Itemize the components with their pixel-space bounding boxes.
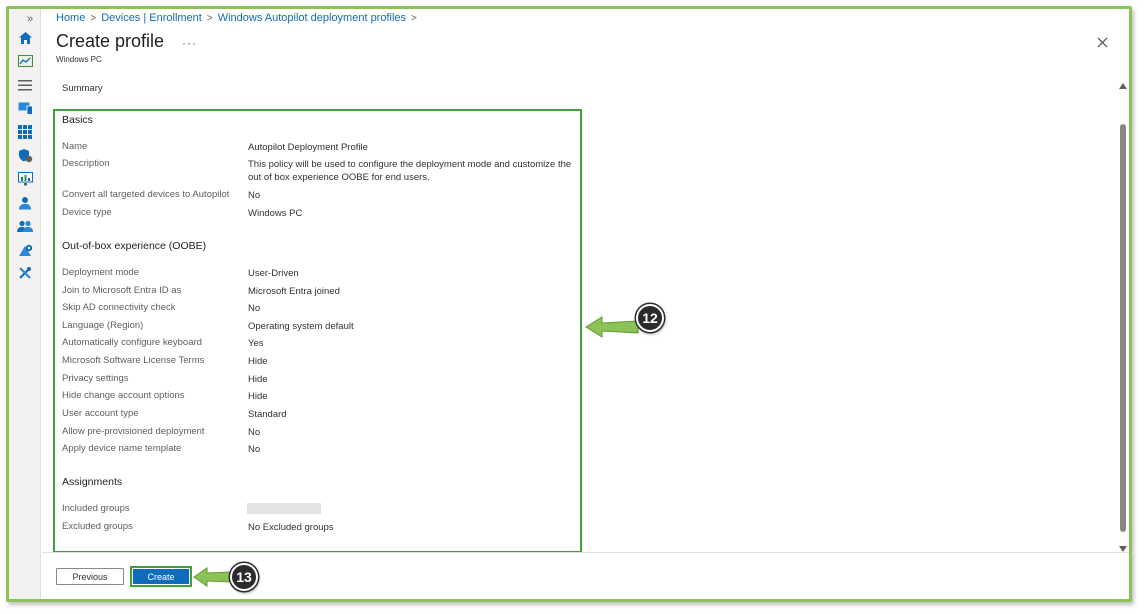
section-title-assignments: Assignments bbox=[62, 476, 123, 488]
dashboard-icon[interactable] bbox=[17, 53, 33, 69]
breadcrumb-autopilot-profiles[interactable]: Windows Autopilot deployment profiles bbox=[218, 12, 406, 24]
close-icon[interactable] bbox=[1096, 36, 1110, 50]
groups-icon[interactable] bbox=[17, 218, 33, 234]
row-label-excluded-groups: Excluded groups bbox=[62, 521, 133, 532]
section-title-basics: Basics bbox=[62, 114, 93, 126]
row-value-skip-ad-check: No bbox=[248, 303, 261, 314]
summary-tab-label: Summary bbox=[62, 83, 103, 94]
row-value-pre-provisioned: No bbox=[248, 427, 261, 438]
create-button[interactable]: Create bbox=[133, 569, 189, 584]
scrollbar-thumb[interactable] bbox=[1120, 124, 1126, 532]
more-options-icon[interactable]: ··· bbox=[182, 36, 197, 50]
row-value-hide-change-account: Hide bbox=[248, 391, 268, 402]
row-label-skip-ad-check: Skip AD connectivity check bbox=[62, 302, 176, 313]
portal-window: » Home > Devices | Enrollment > Windows … bbox=[0, 0, 1144, 614]
footer-divider bbox=[42, 552, 1129, 553]
breadcrumb-separator: > bbox=[206, 12, 213, 24]
breadcrumb-devices-enrollment[interactable]: Devices | Enrollment bbox=[101, 12, 202, 24]
page-title: Create profile bbox=[56, 31, 165, 51]
row-value-description: This policy will be used to configure th… bbox=[248, 159, 572, 183]
row-label-description: Description bbox=[62, 158, 110, 169]
tenant-admin-icon[interactable] bbox=[17, 242, 33, 258]
redacted-included-groups bbox=[247, 503, 321, 514]
previous-button[interactable]: Previous bbox=[56, 568, 124, 585]
expand-nav-icon[interactable]: » bbox=[27, 13, 33, 25]
row-value-name: Autopilot Deployment Profile bbox=[248, 142, 368, 153]
row-label-device-type: Device type bbox=[62, 207, 112, 218]
row-value-configure-keyboard: Yes bbox=[248, 338, 264, 349]
breadcrumb: Home > Devices | Enrollment > Windows Au… bbox=[56, 12, 417, 24]
breadcrumb-home[interactable]: Home bbox=[56, 12, 85, 24]
section-title-oobe: Out-of-box experience (OOBE) bbox=[62, 240, 207, 252]
row-value-deployment-mode: User-Driven bbox=[248, 268, 299, 279]
row-value-language-region: Operating system default bbox=[248, 321, 354, 332]
row-label-user-account-type: User account type bbox=[62, 408, 139, 419]
row-value-license-terms: Hide bbox=[248, 356, 268, 367]
row-label-included-groups: Included groups bbox=[62, 503, 130, 514]
row-value-privacy-settings: Hide bbox=[248, 374, 268, 385]
row-value-device-name-template: No bbox=[248, 444, 261, 455]
breadcrumb-separator: > bbox=[90, 12, 97, 24]
home-icon[interactable] bbox=[17, 30, 33, 46]
callout-arrow-12 bbox=[585, 316, 639, 338]
row-label-hide-change-account: Hide change account options bbox=[62, 390, 185, 401]
row-value-join-entra: Microsoft Entra joined bbox=[248, 286, 340, 297]
row-label-name: Name bbox=[62, 141, 88, 152]
row-value-user-account-type: Standard bbox=[248, 409, 287, 420]
create-button-highlight: Create bbox=[130, 566, 192, 587]
row-label-convert-autopilot: Convert all targeted devices to Autopilo… bbox=[62, 189, 230, 200]
row-label-deployment-mode: Deployment mode bbox=[62, 267, 140, 278]
row-label-pre-provisioned: Allow pre-provisioned deployment bbox=[62, 426, 205, 437]
row-value-excluded-groups: No Excluded groups bbox=[248, 522, 334, 533]
row-label-device-name-template: Apply device name template bbox=[62, 443, 182, 454]
devices-icon[interactable] bbox=[17, 100, 33, 116]
row-value-convert-autopilot: No bbox=[248, 190, 261, 201]
users-icon[interactable] bbox=[17, 195, 33, 211]
page-subtitle: Windows PC bbox=[56, 55, 102, 64]
all-services-icon[interactable] bbox=[17, 77, 33, 93]
row-label-configure-keyboard: Automatically configure keyboard bbox=[62, 337, 202, 348]
scroll-up-icon[interactable] bbox=[1118, 77, 1128, 89]
callout-arrow-13 bbox=[193, 567, 233, 587]
reports-icon[interactable] bbox=[17, 171, 33, 187]
troubleshooting-icon[interactable] bbox=[17, 265, 33, 281]
row-label-privacy-settings: Privacy settings bbox=[62, 373, 129, 384]
row-label-license-terms: Microsoft Software License Terms bbox=[62, 355, 205, 366]
endpoint-security-icon[interactable] bbox=[17, 147, 33, 163]
breadcrumb-separator: > bbox=[411, 12, 417, 24]
left-nav-rail: » bbox=[9, 9, 41, 599]
row-label-join-entra: Join to Microsoft Entra ID as bbox=[62, 285, 182, 296]
row-value-device-type: Windows PC bbox=[248, 208, 303, 219]
apps-icon[interactable] bbox=[17, 124, 33, 140]
scroll-down-icon[interactable] bbox=[1118, 540, 1128, 552]
callout-badge-13: 13 bbox=[230, 563, 258, 591]
callout-badge-12: 12 bbox=[636, 304, 664, 332]
row-label-language-region: Language (Region) bbox=[62, 320, 144, 331]
